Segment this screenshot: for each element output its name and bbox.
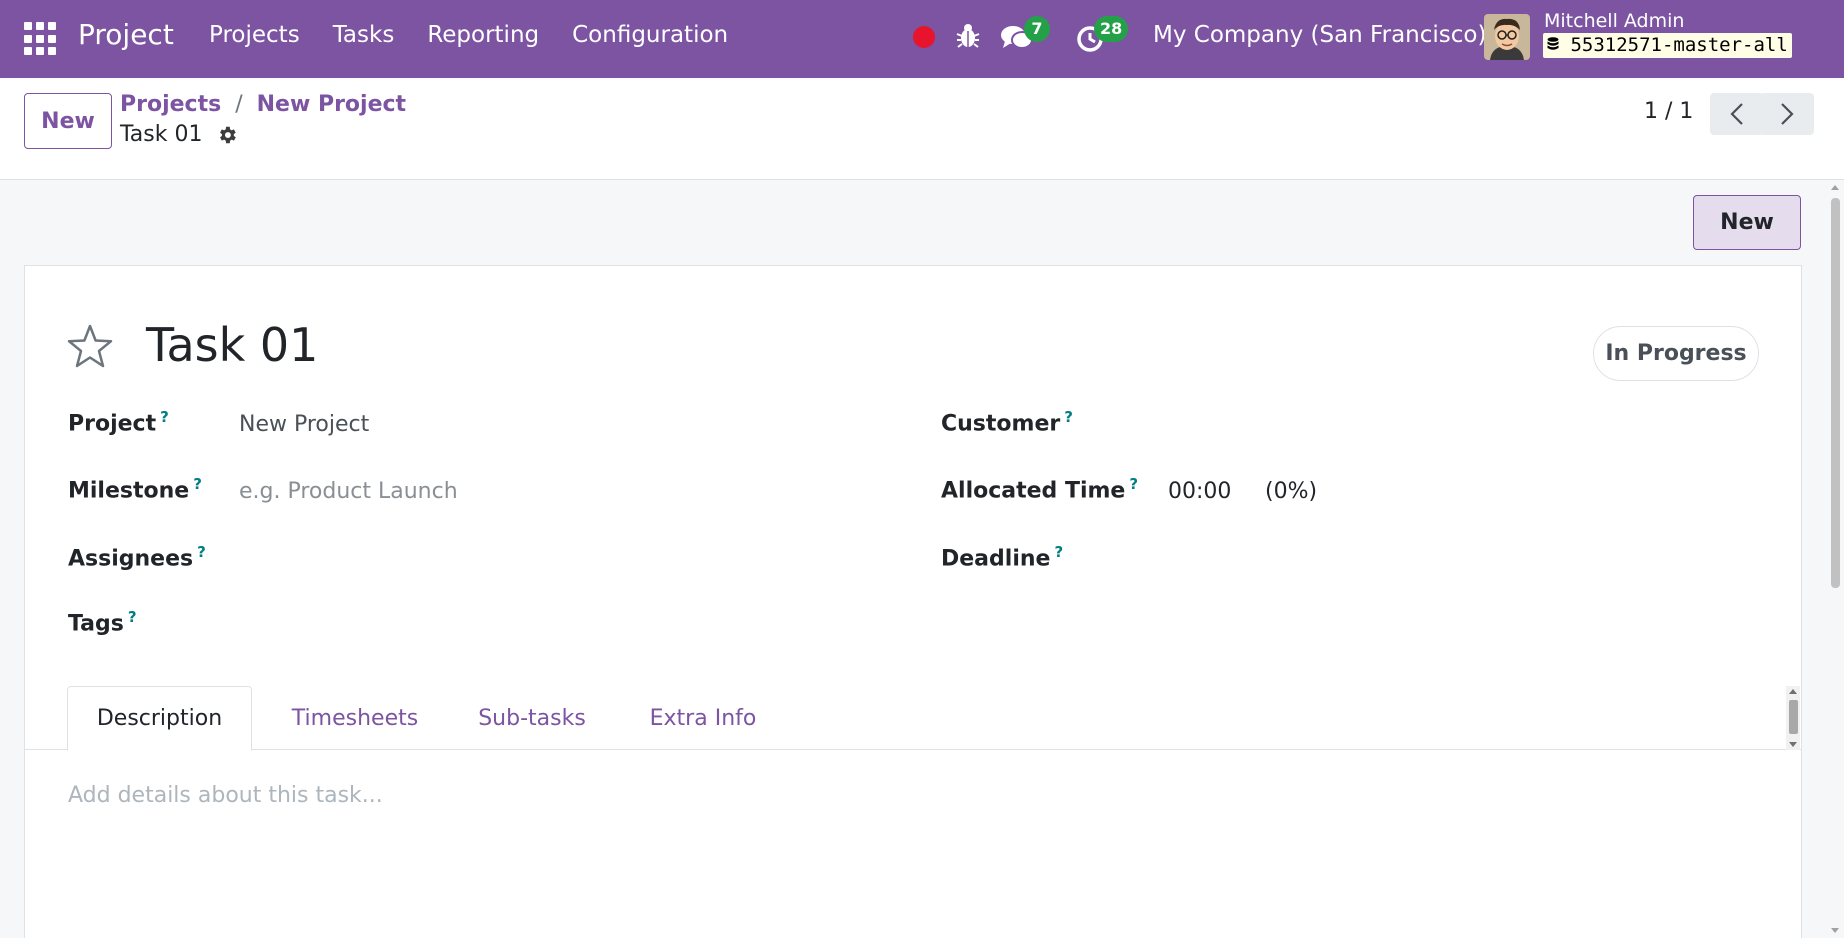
- chevron-left-icon: [1730, 103, 1743, 125]
- user-name[interactable]: Mitchell Admin: [1544, 10, 1684, 32]
- tab-extra-info[interactable]: Extra Info: [623, 686, 783, 750]
- messages-count-badge: 7: [1024, 16, 1050, 42]
- form-sheet: Task 01 In Progress Project? New Project…: [24, 265, 1802, 938]
- app-menu-grid-icon[interactable]: [24, 22, 58, 56]
- menu-projects[interactable]: Projects: [209, 22, 300, 48]
- tab-timesheets[interactable]: Timesheets: [275, 686, 435, 750]
- deadline-field[interactable]: [1168, 543, 1768, 573]
- allocated-time-percent: (0%): [1265, 479, 1318, 504]
- milestone-label: Milestone?: [68, 475, 202, 504]
- breadcrumb: Projects / New Project: [120, 92, 406, 117]
- current-record: Task 01: [120, 122, 238, 147]
- tags-label: Tags?: [68, 608, 137, 637]
- menu-reporting[interactable]: Reporting: [427, 22, 539, 48]
- description-editor[interactable]: Add details about this task...: [68, 783, 383, 808]
- new-task-button[interactable]: New: [1693, 195, 1801, 250]
- tags-field[interactable]: [239, 608, 839, 638]
- breadcrumb-new-project[interactable]: New Project: [257, 92, 406, 117]
- help-tooltip-icon[interactable]: ?: [1064, 408, 1073, 426]
- current-record-name: Task 01: [120, 122, 203, 147]
- app-name[interactable]: Project: [78, 18, 174, 51]
- allocated-time-field[interactable]: 00:00: [1168, 479, 1231, 504]
- recording-indicator-icon[interactable]: [913, 26, 935, 48]
- customer-label: Customer?: [941, 408, 1073, 437]
- pager-previous-button[interactable]: [1710, 93, 1764, 135]
- help-tooltip-icon[interactable]: ?: [1129, 475, 1138, 493]
- breadcrumb-separator: /: [235, 92, 243, 117]
- help-tooltip-icon[interactable]: ?: [197, 543, 206, 561]
- database-name: 55312571-master-all: [1570, 34, 1788, 56]
- customer-field[interactable]: [1168, 408, 1768, 438]
- assignees-label: Assignees?: [68, 543, 206, 572]
- page-scrollbar[interactable]: [1826, 180, 1844, 938]
- database-icon: [1547, 37, 1559, 50]
- menu-tasks[interactable]: Tasks: [333, 22, 395, 48]
- assignees-field[interactable]: [239, 543, 839, 573]
- tabs-scrollbar[interactable]: [1786, 686, 1800, 750]
- help-tooltip-icon[interactable]: ?: [160, 408, 169, 426]
- pager-next-button[interactable]: [1760, 93, 1814, 135]
- tab-sub-tasks[interactable]: Sub-tasks: [457, 686, 607, 750]
- control-panel: New Projects / New Project Task 01 1 / 1: [0, 78, 1844, 180]
- chevron-right-icon: [1781, 103, 1794, 125]
- activities-count-badge: 28: [1094, 16, 1129, 42]
- star-icon[interactable]: [66, 323, 114, 369]
- main-menu: Projects Tasks Reporting Configuration: [209, 22, 761, 48]
- help-tooltip-icon[interactable]: ?: [193, 475, 202, 493]
- help-tooltip-icon[interactable]: ?: [1054, 543, 1063, 561]
- deadline-label: Deadline?: [941, 543, 1064, 572]
- allocated-time-label: Allocated Time?: [941, 475, 1139, 504]
- task-title[interactable]: Task 01: [146, 318, 318, 372]
- stage-status-button[interactable]: In Progress: [1593, 326, 1759, 381]
- tab-description[interactable]: Description: [67, 686, 252, 751]
- database-name-badge: 55312571-master-all: [1543, 33, 1792, 58]
- project-label: Project?: [68, 408, 169, 437]
- menu-configuration[interactable]: Configuration: [572, 22, 728, 48]
- notebook-tabs: Description Timesheets Sub-tasks Extra I…: [25, 686, 1801, 751]
- new-record-button[interactable]: New: [24, 93, 112, 149]
- project-field[interactable]: New Project: [239, 412, 369, 437]
- gear-icon[interactable]: [216, 124, 238, 146]
- milestone-field[interactable]: e.g. Product Launch: [239, 479, 458, 504]
- company-switcher[interactable]: My Company (San Francisco): [1153, 22, 1486, 48]
- pager-value[interactable]: 1 / 1: [1644, 99, 1693, 124]
- debug-bug-icon[interactable]: [955, 22, 981, 50]
- user-avatar[interactable]: [1484, 14, 1530, 60]
- help-tooltip-icon[interactable]: ?: [128, 608, 137, 626]
- top-navbar: Project Projects Tasks Reporting Configu…: [0, 0, 1844, 78]
- breadcrumb-projects[interactable]: Projects: [120, 92, 221, 117]
